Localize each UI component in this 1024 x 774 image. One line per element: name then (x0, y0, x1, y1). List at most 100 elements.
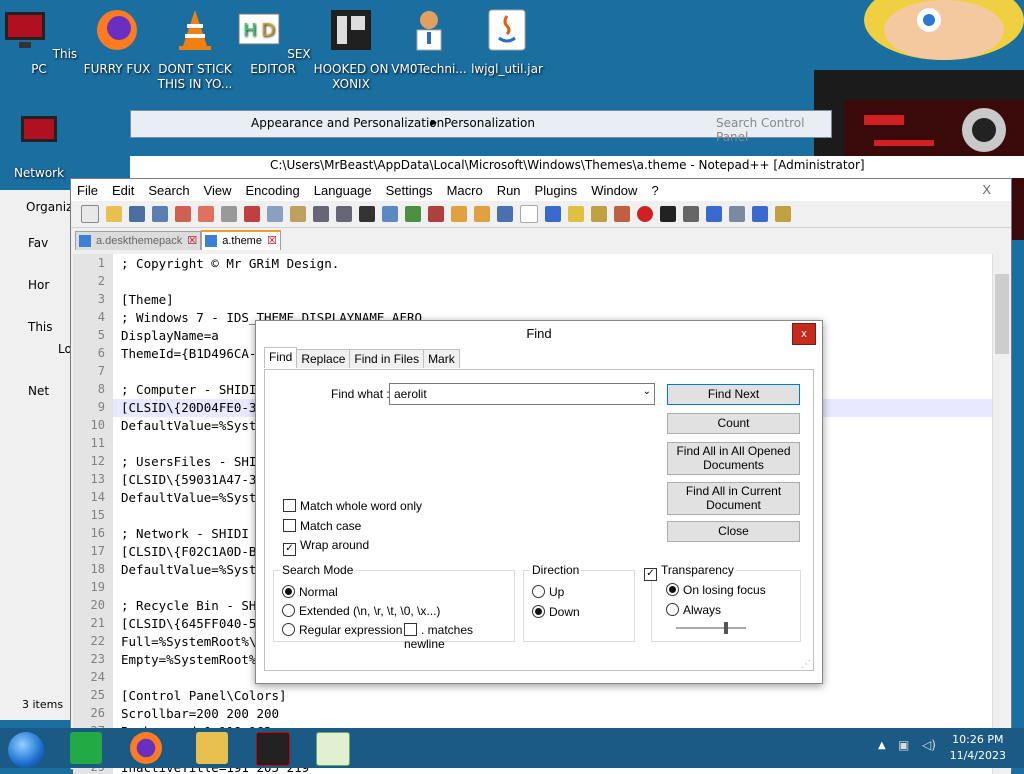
matches-newline-checkbox[interactable]: . matches newline (404, 623, 514, 651)
code-line[interactable]: DefaultValue=%Syst (121, 490, 256, 505)
menu-run[interactable]: Run (497, 183, 521, 198)
plugin-icon[interactable] (775, 206, 791, 222)
desktop-icon-vlc[interactable]: DONT STICK THIS IN YO... (156, 6, 234, 92)
notepad-plus-plus-icon[interactable] (316, 732, 350, 766)
print-icon[interactable] (221, 206, 237, 222)
show-all-chars-icon[interactable] (520, 205, 538, 223)
code-line[interactable]: ; UsersFiles - SHI (121, 454, 256, 469)
tab-mark[interactable]: Mark (423, 349, 460, 368)
save-macro-icon[interactable] (729, 206, 745, 222)
code-line[interactable]: [CLSID\{645FF040-5 (121, 616, 256, 631)
find-next-button[interactable]: Find Next (667, 384, 800, 405)
checkmark-icon[interactable]: ✓ (283, 543, 296, 556)
direction-down-radio[interactable]: Down (532, 605, 580, 619)
tab-replace[interactable]: Replace (296, 349, 351, 368)
redo-icon[interactable] (336, 206, 352, 222)
explorer-item-home[interactable]: Hor (28, 278, 49, 292)
doc-map-icon[interactable] (591, 206, 607, 222)
checkbox-box[interactable] (404, 623, 417, 636)
checkbox-box[interactable] (283, 519, 296, 532)
transparency-checkbox[interactable]: ✓ Transparency (644, 563, 736, 581)
menu-macro[interactable]: Macro (447, 183, 483, 198)
save-all-icon[interactable] (152, 206, 168, 222)
match-case-checkbox[interactable]: Match case (283, 519, 361, 533)
stop-macro-icon[interactable] (660, 206, 676, 222)
function-list-icon[interactable] (614, 206, 630, 222)
menu-help[interactable]: ? (651, 183, 658, 198)
explorer-organize[interactable]: Organiz (26, 200, 72, 214)
menu-window[interactable]: Window (591, 183, 637, 198)
user-language-icon[interactable] (568, 206, 584, 222)
media-app-icon[interactable] (256, 732, 290, 766)
tray-up-arrow-icon[interactable]: ▲ (878, 740, 886, 751)
volume-tray-icon[interactable]: ◁) (922, 738, 936, 752)
code-line[interactable]: [Control Panel\Colors] (121, 688, 287, 703)
close-document-button[interactable]: X (982, 182, 991, 197)
search-mode-regex-radio[interactable]: Regular expression (282, 623, 402, 637)
zoom-in-icon[interactable] (405, 206, 421, 222)
radio-dot[interactable] (282, 604, 295, 617)
scrollbar-thumb[interactable] (995, 274, 1009, 354)
transparency-on-losing-focus-radio[interactable]: On losing focus (666, 583, 766, 597)
code-line[interactable]: Scrollbar=200 200 200 (121, 706, 279, 721)
code-line[interactable]: Empty=%SystemRoot% (121, 652, 256, 667)
code-line[interactable]: ; Copyright © Mr GRiM Design. (121, 256, 339, 271)
resize-grip-icon[interactable]: ⋰ (801, 659, 811, 670)
run-macro-multiple-icon[interactable] (706, 206, 722, 222)
menu-edit[interactable]: Edit (112, 183, 134, 198)
search-mode-extended-radio[interactable]: Extended (\n, \r, \t, \0, \x...) (282, 604, 440, 618)
radio-dot[interactable] (282, 623, 295, 636)
open-file-icon[interactable] (106, 206, 122, 222)
find-what-combobox[interactable]: aerolit ⌄ (389, 383, 655, 405)
paste-icon[interactable] (290, 206, 306, 222)
code-line[interactable]: Full=%SystemRoot%\ (121, 634, 256, 649)
checkmark-icon[interactable]: ✓ (644, 568, 657, 581)
code-line[interactable]: DefaultValue=%Syst (121, 562, 256, 577)
new-file-icon[interactable] (81, 205, 99, 223)
copy-icon[interactable] (267, 206, 283, 222)
menu-search[interactable]: Search (148, 183, 189, 198)
desktop-icon-network[interactable]: Network (0, 110, 78, 181)
system-clock[interactable]: 10:26 PM 11/4/2023 (950, 732, 1006, 764)
explorer-item-favorites[interactable]: Fav (28, 236, 48, 250)
code-line[interactable]: [CLSID\{F02C1A0D-B (121, 544, 256, 559)
desktop-icon-xonix[interactable]: HOOKED ON XONIX (312, 6, 390, 92)
control-panel-addressbar[interactable]: Appearance and Personalization ▸ Persona… (130, 110, 832, 144)
desktop-icon-this-pc[interactable]: This PC (0, 6, 78, 77)
notepad-title-bar[interactable]: C:\Users\MrBeast\AppData\Local\Microsoft… (130, 156, 1024, 178)
radio-dot[interactable] (282, 585, 295, 598)
find-all-current-button[interactable]: Find All in Current Document (667, 482, 800, 515)
tab-a-theme[interactable]: a.theme ☒ (201, 230, 281, 250)
breadcrumb-item[interactable]: Appearance and Personalization (251, 116, 444, 130)
code-line[interactable]: DisplayName=a (121, 328, 219, 343)
close-file-icon[interactable] (175, 206, 191, 222)
desktop-icon-furry-fux[interactable]: FURRY FUX (78, 6, 156, 77)
chevron-down-icon[interactable]: ⌄ (643, 386, 651, 397)
find-dialog[interactable]: Find x Find Replace Find in Files Mark F… (255, 320, 823, 684)
desktop-icon-vm0[interactable]: VM0Techni... (390, 6, 468, 77)
menu-settings[interactable]: Settings (386, 183, 433, 198)
firefox-icon[interactable] (130, 732, 162, 764)
direction-up-radio[interactable]: Up (532, 585, 564, 599)
sync-horizontal-icon[interactable] (474, 206, 490, 222)
radio-dot[interactable] (666, 603, 679, 616)
desktop-icon-sex-editor[interactable]: HD SEX EDITOR (234, 6, 312, 77)
close-all-icon[interactable] (198, 206, 214, 222)
find-icon[interactable] (359, 206, 375, 222)
record-macro-icon[interactable] (637, 206, 653, 222)
breadcrumb-item[interactable]: Personalization (444, 116, 535, 130)
code-line[interactable]: ; Network - SHIDI (121, 526, 249, 541)
replace-icon[interactable] (382, 206, 398, 222)
explorer-item-this-pc[interactable]: This (28, 320, 53, 334)
vertical-scrollbar[interactable] (992, 254, 1011, 774)
transparency-always-radio[interactable]: Always (666, 603, 721, 617)
explorer-item-network[interactable]: Net (28, 384, 49, 398)
network-tray-icon[interactable]: ▣ (898, 738, 909, 752)
explorer-folder-icon[interactable] (196, 732, 228, 764)
code-line[interactable]: [Theme] (121, 292, 174, 307)
menu-encoding[interactable]: Encoding (246, 183, 300, 198)
close-button[interactable]: Close (667, 521, 800, 542)
start-button[interactable] (8, 732, 44, 768)
radio-dot[interactable] (532, 585, 545, 598)
slider-thumb[interactable] (723, 622, 728, 634)
